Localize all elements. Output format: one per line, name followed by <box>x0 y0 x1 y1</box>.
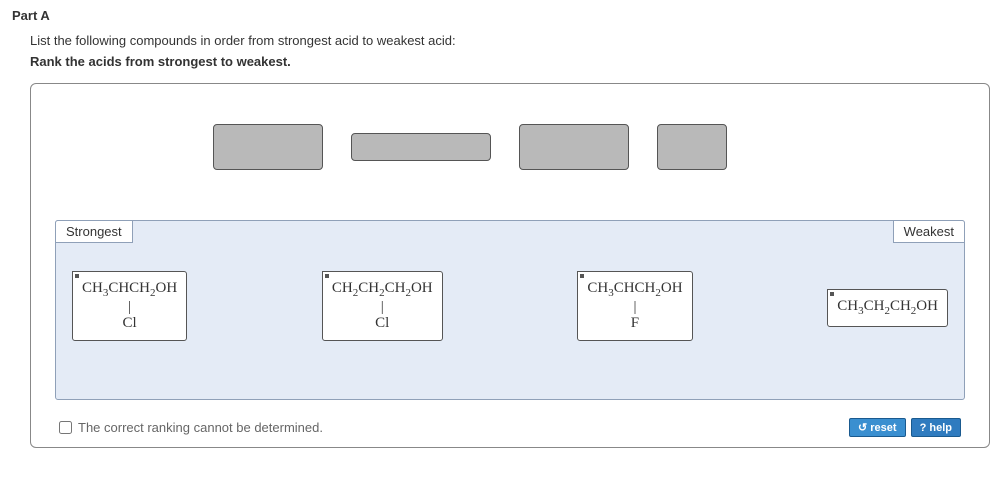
part-title: Part A <box>12 8 993 23</box>
compound-substituent: F <box>587 314 682 333</box>
reset-label: reset <box>870 422 896 434</box>
cannot-determine-checkbox[interactable] <box>59 421 72 434</box>
ranking-workspace: Strongest Weakest CH3CHCH2OH | Cl CH2CH2… <box>30 83 990 448</box>
rank-area[interactable]: Strongest Weakest CH3CHCH2OH | Cl CH2CH2… <box>55 220 965 400</box>
compound-tile-2[interactable]: CH2CH2CH2OH | Cl <box>322 271 443 341</box>
dropzone-2[interactable] <box>351 133 491 161</box>
instructions-line-1: List the following compounds in order fr… <box>30 33 993 48</box>
footer-row: The correct ranking cannot be determined… <box>55 418 965 437</box>
compound-tile-3[interactable]: CH3CHCH2OH | F <box>577 271 692 341</box>
rank-label-strongest: Strongest <box>55 220 133 243</box>
bond-line: | <box>587 301 682 315</box>
dropzone-1[interactable] <box>213 124 323 170</box>
instructions-line-2: Rank the acids from strongest to weakest… <box>30 54 993 69</box>
compound-formula: CH3CHCH2OH <box>82 280 177 296</box>
compound-formula: CH2CH2CH2OH <box>332 280 433 296</box>
button-group: ↺ reset ? help <box>849 418 961 437</box>
compound-substituent: Cl <box>332 314 433 333</box>
help-icon: ? <box>920 422 927 434</box>
bond-line: | <box>82 301 177 315</box>
help-label: help <box>929 422 952 434</box>
rank-label-weakest: Weakest <box>893 220 965 243</box>
cannot-determine-label: The correct ranking cannot be determined… <box>78 420 323 435</box>
compound-tile-4[interactable]: CH3CH2CH2OH <box>827 289 948 327</box>
dropzone-3[interactable] <box>519 124 629 170</box>
compound-formula: CH3CHCH2OH <box>587 280 682 296</box>
bond-line: | <box>332 301 433 315</box>
compound-substituent: Cl <box>82 314 177 333</box>
compounds-row: CH3CHCH2OH | Cl CH2CH2CH2OH | Cl CH3CHCH… <box>68 271 952 341</box>
compound-formula: CH3CH2CH2OH <box>837 298 938 314</box>
cannot-determine-row[interactable]: The correct ranking cannot be determined… <box>59 420 323 435</box>
dropzone-row <box>55 124 965 170</box>
help-button[interactable]: ? help <box>911 418 961 437</box>
reset-icon: ↺ <box>858 422 867 434</box>
compound-tile-1[interactable]: CH3CHCH2OH | Cl <box>72 271 187 341</box>
reset-button[interactable]: ↺ reset <box>849 418 906 437</box>
dropzone-4[interactable] <box>657 124 727 170</box>
